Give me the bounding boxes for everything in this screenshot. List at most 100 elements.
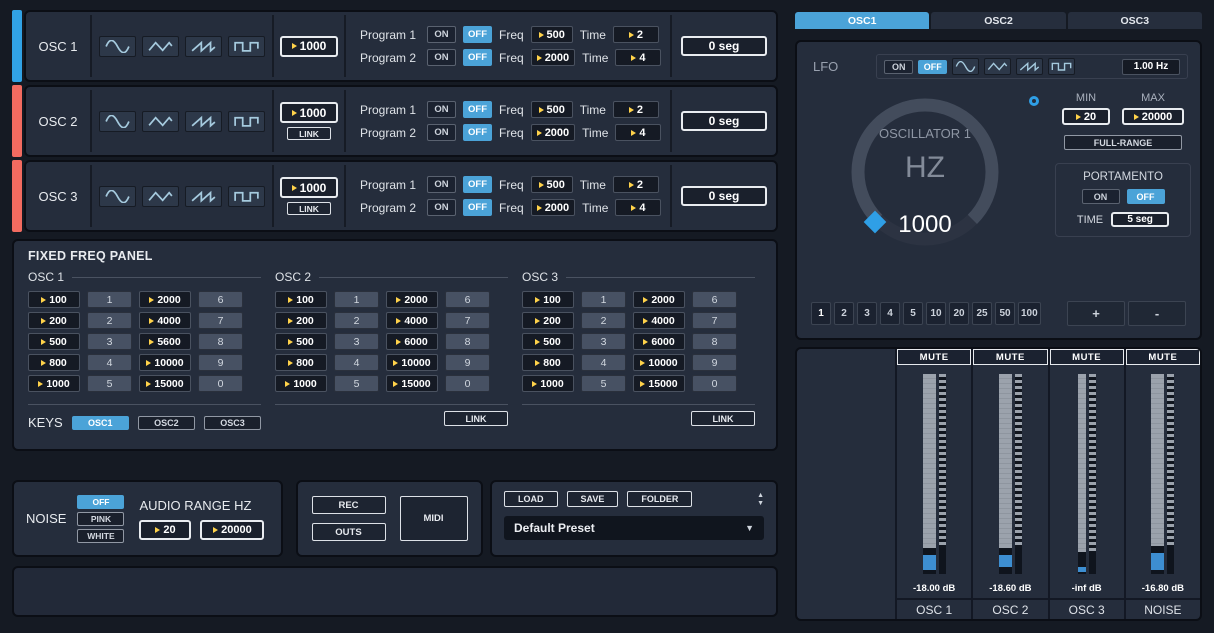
key-button[interactable]: 7 [198, 312, 243, 329]
mute-osc3-button[interactable]: MUTE [1050, 349, 1124, 365]
key-button[interactable]: 5 [581, 375, 626, 392]
key-button[interactable]: 8 [198, 333, 243, 350]
program2-off-button[interactable]: OFF [463, 49, 492, 66]
freq-value-box[interactable]: 15000 [139, 375, 191, 392]
step-button[interactable]: 20 [949, 302, 969, 325]
freq-value-box[interactable]: 10000 [386, 354, 438, 371]
key-button[interactable]: 1 [581, 291, 626, 308]
freq-value-box[interactable]: 1000 [522, 375, 574, 392]
full-range-button[interactable]: FULL-RANGE [1064, 135, 1182, 150]
step-button[interactable]: 1 [811, 302, 831, 325]
program1-off-button[interactable]: OFF [463, 26, 492, 43]
key-button[interactable]: 8 [445, 333, 490, 350]
program1-freq-box[interactable]: 500 [531, 101, 573, 118]
freq-value-box[interactable]: 4000 [386, 312, 438, 329]
program2-time-box[interactable]: 4 [615, 49, 661, 66]
freq-value-box[interactable]: 5600 [139, 333, 191, 350]
sawtooth-wave-button[interactable] [185, 186, 222, 207]
tab-osc1[interactable]: OSC1 [795, 12, 929, 29]
square-wave-button[interactable] [228, 111, 265, 132]
freq-value-box[interactable]: 10000 [139, 354, 191, 371]
key-button[interactable]: 4 [581, 354, 626, 371]
program1-on-button[interactable]: ON [427, 101, 456, 118]
freq-value-box[interactable]: 15000 [386, 375, 438, 392]
freq-value-box[interactable]: 4000 [633, 312, 685, 329]
key-button[interactable]: 3 [334, 333, 379, 350]
osc2-link-button[interactable]: LINK [287, 127, 331, 140]
triangle-wave-button[interactable] [142, 111, 179, 132]
key-button[interactable]: 9 [198, 354, 243, 371]
lfo-rate-box[interactable]: 1.00 Hz [1122, 59, 1180, 75]
osc2-frequency-box[interactable]: 1000 [280, 102, 338, 123]
freq-value-box[interactable]: 2000 [386, 291, 438, 308]
mute-noise-button[interactable]: MUTE [1126, 349, 1200, 365]
program2-time-box[interactable]: 4 [615, 199, 661, 216]
save-button[interactable]: SAVE [567, 491, 619, 507]
program2-off-button[interactable]: OFF [463, 199, 492, 216]
freq-value-box[interactable]: 500 [275, 333, 327, 350]
step-button[interactable]: 10 [926, 302, 946, 325]
freq-value-box[interactable]: 100 [275, 291, 327, 308]
osc3-fixed-link-button[interactable]: LINK [691, 411, 755, 426]
folder-button[interactable]: FOLDER [627, 491, 692, 507]
program2-on-button[interactable]: ON [427, 124, 456, 141]
freq-value-box[interactable]: 200 [275, 312, 327, 329]
lfo-square-button[interactable] [1048, 58, 1075, 75]
program2-on-button[interactable]: ON [427, 199, 456, 216]
max-box[interactable]: 20000 [1122, 108, 1184, 125]
freq-value-box[interactable]: 100 [522, 291, 574, 308]
lfo-sine-button[interactable] [952, 58, 979, 75]
program1-on-button[interactable]: ON [427, 26, 456, 43]
program2-freq-box[interactable]: 2000 [531, 124, 575, 141]
program1-time-box[interactable]: 2 [613, 26, 659, 43]
plus-button[interactable]: + [1067, 301, 1125, 326]
key-button[interactable]: 4 [87, 354, 132, 371]
key-button[interactable]: 2 [581, 312, 626, 329]
key-button[interactable]: 6 [198, 291, 243, 308]
freq-value-box[interactable]: 200 [522, 312, 574, 329]
freq-value-box[interactable]: 500 [522, 333, 574, 350]
keys-osc3-button[interactable]: OSC3 [204, 416, 261, 430]
lfo-off-button[interactable]: OFF [918, 60, 947, 74]
osc3-link-button[interactable]: LINK [287, 202, 331, 215]
osc1-frequency-box[interactable]: 1000 [280, 36, 338, 57]
program1-on-button[interactable]: ON [427, 176, 456, 193]
freq-value-box[interactable]: 6000 [633, 333, 685, 350]
keys-osc1-button[interactable]: OSC1 [72, 416, 129, 430]
key-button[interactable]: 8 [692, 333, 737, 350]
frequency-knob[interactable]: OSCILLATOR 1 HZ 1000 [839, 86, 1011, 258]
key-button[interactable]: 3 [87, 333, 132, 350]
key-button[interactable]: 1 [334, 291, 379, 308]
key-button[interactable]: 2 [334, 312, 379, 329]
program1-off-button[interactable]: OFF [463, 101, 492, 118]
program1-time-box[interactable]: 2 [613, 176, 659, 193]
key-button[interactable]: 9 [692, 354, 737, 371]
portamento-on-button[interactable]: ON [1082, 189, 1120, 204]
preset-up-icon[interactable]: ▲ [757, 492, 764, 499]
load-button[interactable]: LOAD [504, 491, 558, 507]
key-button[interactable]: 6 [692, 291, 737, 308]
sine-wave-button[interactable] [99, 186, 136, 207]
noise-white-button[interactable]: WHITE [77, 529, 124, 543]
triangle-wave-button[interactable] [142, 36, 179, 57]
lfo-sawtooth-button[interactable] [1016, 58, 1043, 75]
tab-osc3[interactable]: OSC3 [1068, 12, 1202, 29]
freq-value-box[interactable]: 1000 [275, 375, 327, 392]
outs-button[interactable]: OUTS [312, 523, 386, 541]
osc2-fixed-link-button[interactable]: LINK [444, 411, 508, 426]
step-button[interactable]: 4 [880, 302, 900, 325]
freq-value-box[interactable]: 2000 [633, 291, 685, 308]
freq-value-box[interactable]: 800 [275, 354, 327, 371]
key-button[interactable]: 9 [445, 354, 490, 371]
freq-value-box[interactable]: 800 [28, 354, 80, 371]
key-button[interactable]: 6 [445, 291, 490, 308]
triangle-wave-button[interactable] [142, 186, 179, 207]
key-button[interactable]: 0 [445, 375, 490, 392]
tab-osc2[interactable]: OSC2 [931, 12, 1065, 29]
rec-button[interactable]: REC [312, 496, 386, 514]
keys-osc2-button[interactable]: OSC2 [138, 416, 195, 430]
key-button[interactable]: 1 [87, 291, 132, 308]
freq-value-box[interactable]: 1000 [28, 375, 80, 392]
sine-wave-button[interactable] [99, 36, 136, 57]
sawtooth-wave-button[interactable] [185, 111, 222, 132]
